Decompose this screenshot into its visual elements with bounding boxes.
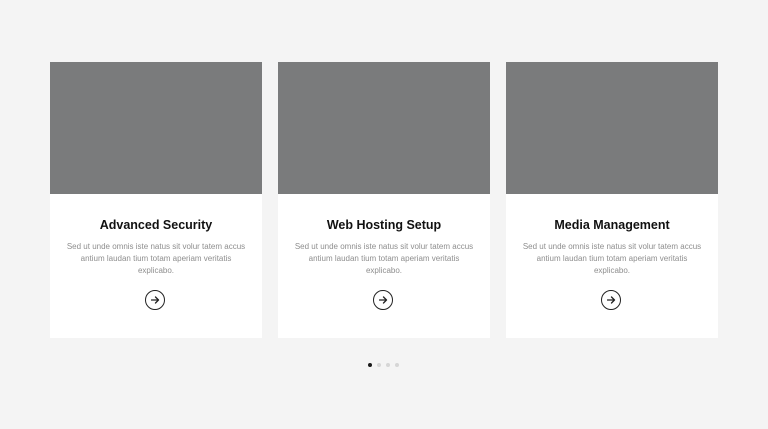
card-title: Web Hosting Setup	[326, 218, 442, 232]
arrow-right-icon	[378, 296, 387, 304]
pagination-dot-4[interactable]	[395, 363, 399, 367]
card-image-placeholder	[506, 62, 718, 194]
card-arrow-button[interactable]	[601, 290, 621, 310]
arrow-right-icon	[606, 296, 615, 304]
service-card: Advanced Security Sed ut unde omnis iste…	[50, 62, 262, 338]
carousel-pagination	[368, 363, 399, 367]
card-image-placeholder	[278, 62, 490, 194]
card-title: Media Management	[554, 218, 670, 232]
service-cards-carousel: Advanced Security Sed ut unde omnis iste…	[50, 62, 718, 338]
pagination-dot-2[interactable]	[377, 363, 381, 367]
card-arrow-button[interactable]	[373, 290, 393, 310]
service-card: Media Management Sed ut unde omnis iste …	[506, 62, 718, 338]
card-image-placeholder	[50, 62, 262, 194]
pagination-dot-3[interactable]	[386, 363, 390, 367]
card-arrow-button[interactable]	[145, 290, 165, 310]
card-description: Sed ut unde omnis iste natus sit volur t…	[66, 242, 246, 275]
card-description: Sed ut unde omnis iste natus sit volur t…	[522, 242, 702, 275]
card-title: Advanced Security	[99, 218, 213, 232]
arrow-right-icon	[150, 296, 159, 304]
pagination-dot-1[interactable]	[368, 363, 372, 367]
service-card: Web Hosting Setup Sed ut unde omnis iste…	[278, 62, 490, 338]
card-description: Sed ut unde omnis iste natus sit volur t…	[294, 242, 474, 275]
